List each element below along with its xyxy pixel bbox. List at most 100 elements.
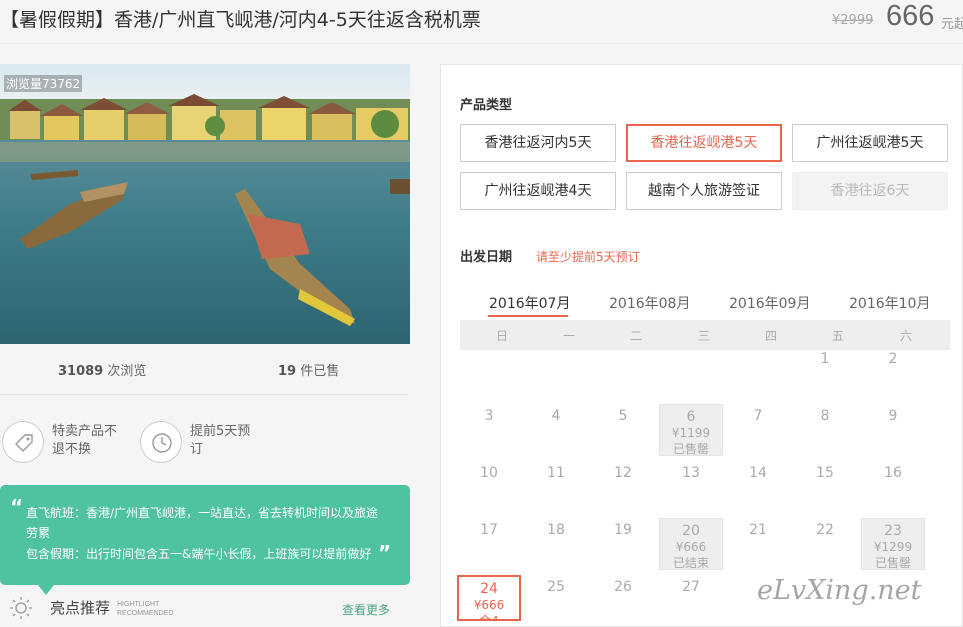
calendar-day: 13: [659, 461, 723, 513]
type-gz-danang-4d[interactable]: 广州往返岘港4天: [460, 172, 616, 210]
calendar-day[interactable]: 23 ¥1299 已售罄: [861, 518, 925, 570]
day-number: 22: [816, 522, 834, 538]
type-hk-6d: 香港往返6天: [792, 172, 948, 210]
highlight-title: 亮点推荐: [50, 599, 111, 617]
month-tab-2016-07[interactable]: 2016年07月: [489, 293, 570, 313]
day-number: 2: [888, 351, 898, 367]
day-number: 9: [888, 408, 898, 424]
day-number: 21: [749, 522, 767, 538]
day-number: 10: [480, 465, 498, 481]
booking-hint: 请至少提前5天预订: [536, 250, 640, 264]
feature-text: 提前5天预订: [190, 424, 251, 457]
type-hk-danang-5d[interactable]: 香港往返岘港5天: [626, 124, 782, 162]
departure-date-label: 出发日期: [460, 250, 513, 265]
type-vietnam-visa[interactable]: 越南个人旅游签证: [626, 172, 782, 210]
feature-text: 特卖产品不退不换: [52, 424, 118, 457]
highlights-box: “ 直飞航班：香港/广州直飞岘港，一站直达，省去转机时间以及旅途劳累 包含假期：…: [0, 485, 410, 595]
highlight-subtitle: HIGHTLIGHT RECOMMENDED: [117, 601, 174, 617]
day-status: 已售罄: [672, 442, 709, 456]
calendar-day: 10: [457, 461, 521, 513]
day-number: 26: [614, 579, 632, 595]
calendar-day: 16: [861, 461, 925, 513]
photo-id-label: 浏览量73762: [4, 75, 83, 92]
calendar-day: 5: [591, 404, 655, 456]
booking-panel: 产品类型 香港往返河内5天 香港往返岘港5天 广州往返岘港5天 广州往返岘港4天…: [440, 64, 963, 627]
calendar-day: 14: [726, 461, 790, 513]
sold-label: 件已售: [296, 364, 340, 379]
day-number: 1: [820, 351, 830, 367]
day-number: 3: [484, 408, 494, 424]
day-number: 16: [884, 465, 902, 481]
calendar-day[interactable]: 6 ¥1199 已售罄: [659, 404, 723, 456]
calendar-day: 22: [793, 518, 857, 570]
calendar-day: 8: [793, 404, 857, 456]
weekday: 六: [899, 329, 912, 343]
calendar-day[interactable]: 24 ¥666 余4: [457, 575, 521, 621]
calendar-day: 26: [591, 575, 655, 627]
stats-bar: 31089 次浏览 19 件已售: [0, 360, 410, 390]
highlight-line: 包含假期：出行时间包含五一&端午小长假，上班族可以提前做好: [26, 547, 372, 561]
page-title: 【暑假假期】香港/广州直飞岘港/河内4-5天往返含税机票: [0, 9, 481, 31]
day-status: 余4: [479, 614, 499, 621]
price-unit: 元起: [941, 17, 963, 32]
clock-icon: [140, 421, 182, 463]
calendar-day: 11: [524, 461, 588, 513]
day-number: 20: [682, 523, 700, 539]
close-quote-icon: ”: [378, 541, 392, 565]
highlight-line: 直飞航班：香港/广州直飞岘港，一站直达，省去转机时间以及旅途劳累: [26, 506, 379, 540]
highlight-header: 亮点推荐 HIGHTLIGHT RECOMMENDED 查看更多: [0, 593, 410, 623]
calendar-day: 21: [726, 518, 790, 570]
weekday: 五: [831, 329, 844, 343]
day-number: 14: [749, 465, 767, 481]
month-tab-2016-09[interactable]: 2016年09月: [729, 293, 810, 313]
weekday: 日: [495, 329, 508, 343]
views-stat: 31089 次浏览: [58, 360, 146, 379]
calendar-day: 1: [793, 347, 857, 399]
active-month-indicator: [488, 315, 568, 317]
day-number: 11: [547, 465, 565, 481]
calendar-day: 2: [861, 347, 925, 399]
type-gz-danang-5d[interactable]: 广州往返岘港5天: [792, 124, 948, 162]
type-hk-hanoi-5d[interactable]: 香港往返河内5天: [460, 124, 616, 162]
weekday: 二: [629, 329, 642, 343]
sold-stat: 19 件已售: [278, 360, 339, 379]
calendar-day: 18: [524, 518, 588, 570]
day-number: 23: [884, 523, 902, 539]
day-price: ¥666: [675, 540, 707, 554]
month-tab-2016-08[interactable]: 2016年08月: [609, 293, 690, 313]
calendar-day: 19: [591, 518, 655, 570]
views-label: 次浏览: [103, 364, 147, 379]
sold-count: 19: [278, 364, 297, 379]
view-more-link[interactable]: 查看更多: [342, 601, 390, 618]
day-number: 6: [686, 409, 696, 425]
calendar-day[interactable]: 20 ¥666 已结束: [659, 518, 723, 570]
calendar-day: 9: [861, 404, 925, 456]
open-quote-icon: “: [10, 495, 24, 519]
calendar-day: 3: [457, 404, 521, 456]
calendar-day: 15: [793, 461, 857, 513]
day-number: 13: [682, 465, 700, 481]
day-number: 24: [480, 581, 498, 597]
original-price: ¥2999: [832, 13, 874, 28]
site-watermark: eLvXing.net: [757, 575, 922, 606]
calendar-day: 12: [591, 461, 655, 513]
day-number: 5: [618, 408, 628, 424]
calendar-day: 27: [659, 575, 723, 627]
day-number: 17: [480, 522, 498, 538]
day-price: ¥666: [473, 598, 505, 612]
day-number: 25: [547, 579, 565, 595]
sun-icon: [10, 597, 32, 619]
day-number: 27: [682, 579, 700, 595]
day-number: 12: [614, 465, 632, 481]
title-bar: 【暑假假期】香港/广州直飞岘港/河内4-5天往返含税机票 ¥2999 666 元…: [0, 0, 963, 44]
product-type-label: 产品类型: [460, 98, 513, 113]
divider: [0, 394, 408, 395]
calendar-day: 17: [457, 518, 521, 570]
product-photo[interactable]: 浏览量73762: [0, 64, 410, 344]
weekday: 四: [764, 329, 777, 343]
day-number: 8: [820, 408, 830, 424]
day-number: 7: [753, 408, 763, 424]
month-tab-2016-10[interactable]: 2016年10月: [849, 293, 930, 313]
hoi-an-river-image: [0, 64, 410, 344]
tag-icon: [2, 421, 44, 463]
